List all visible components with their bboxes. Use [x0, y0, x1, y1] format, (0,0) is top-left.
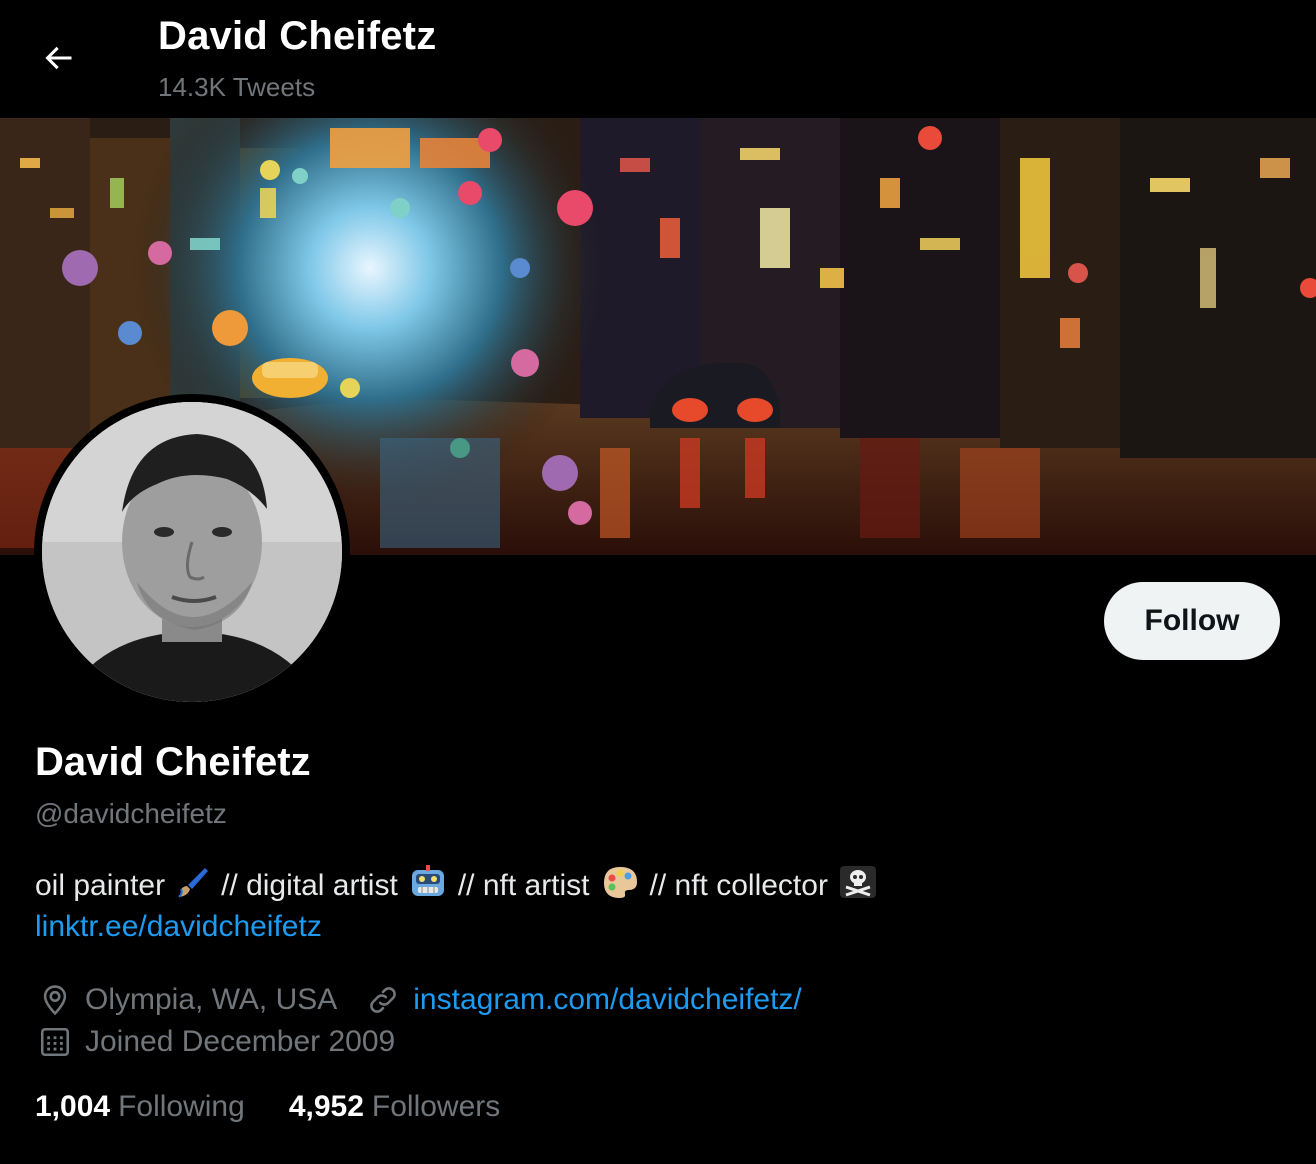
back-button[interactable]	[26, 26, 90, 90]
bio-text-2: // digital artist	[221, 869, 398, 902]
header-title: David Cheifetz	[158, 14, 437, 58]
bio-text-1: oil painter	[35, 869, 166, 902]
calendar-icon	[35, 1022, 75, 1062]
profile-stats: 1,004 Following 4,952 Followers	[35, 1090, 544, 1124]
following-label: Following	[118, 1090, 245, 1123]
back-arrow-icon	[45, 46, 72, 70]
robot-icon	[408, 864, 448, 908]
link-icon	[363, 980, 403, 1020]
profile-meta-row-2: Joined December 2009	[35, 1022, 395, 1062]
profile-website-link[interactable]: instagram.com/davidcheifetz/	[413, 983, 802, 1017]
paintbrush-icon	[175, 864, 211, 908]
bio-link[interactable]: linktr.ee/davidcheifetz	[35, 910, 322, 944]
skull-crossbones-icon	[838, 864, 878, 908]
followers-count: 4,952	[288, 1090, 364, 1123]
location-pin-icon	[35, 980, 75, 1020]
profile-page: David Cheifetz 14.3K Tweets Follow David…	[0, 0, 1316, 1164]
avatar-photo-image	[42, 402, 342, 702]
header-tweet-count: 14.3K Tweets	[158, 72, 316, 102]
profile-name: David Cheifetz	[35, 740, 311, 784]
following-link[interactable]: 1,004 Following	[35, 1090, 245, 1124]
profile-avatar[interactable]	[34, 394, 350, 710]
followers-label: Followers	[371, 1090, 501, 1123]
follow-button[interactable]: Follow	[1104, 582, 1280, 660]
profile-location: Olympia, WA, USA	[85, 983, 338, 1016]
profile-handle: @davidcheifetz	[35, 798, 227, 829]
bio-text-3: // nft artist	[457, 869, 590, 902]
profile-bio: oil painter // digital artist // nft art…	[35, 864, 888, 908]
top-header: David Cheifetz 14.3K Tweets	[0, 0, 1316, 118]
followers-link[interactable]: 4,952 Followers	[289, 1090, 500, 1124]
profile-meta-row-1: Olympia, WA, USA instagram.com/davidchei…	[35, 980, 802, 1020]
bio-text-4: // nft collector	[649, 869, 828, 902]
profile-joined-date: Joined December 2009	[85, 1025, 396, 1058]
following-count: 1,004	[35, 1090, 111, 1123]
palette-icon	[600, 864, 640, 908]
